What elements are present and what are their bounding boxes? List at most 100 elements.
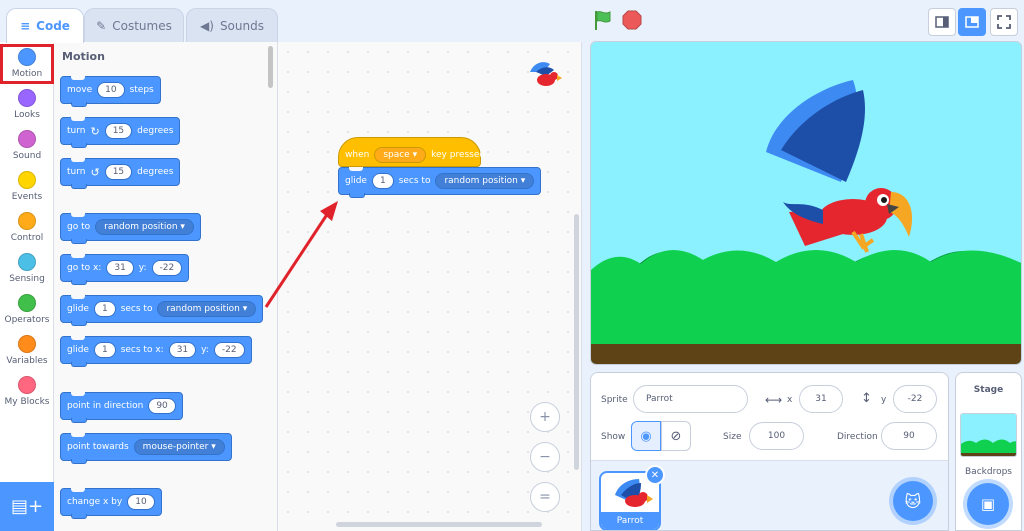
y-position-input[interactable]: -22 (893, 385, 937, 413)
rotate-clockwise-icon: ↻ (90, 124, 100, 138)
block-text: move (67, 85, 93, 95)
palette-scrollbar[interactable] (268, 46, 273, 88)
zoom-out-button[interactable]: − (530, 442, 560, 472)
choose-backdrop-button[interactable]: ▣ (967, 483, 1009, 525)
tab-sounds[interactable]: ◀) Sounds (186, 8, 278, 42)
sprite-name-input[interactable]: Parrot (633, 385, 748, 413)
category-variables[interactable]: Variables (0, 331, 54, 371)
block-point-in-direction[interactable]: point in direction 90 (60, 392, 183, 423)
block-move-steps[interactable]: move 10 steps (60, 76, 161, 107)
block-text: secs to (398, 176, 431, 186)
block-text: secs to (120, 304, 153, 314)
x-position-input[interactable]: 31 (799, 385, 843, 413)
stage-scene (591, 42, 1021, 364)
category-control[interactable]: Control (0, 208, 54, 248)
category-label: Sound (12, 151, 42, 161)
stage-selector[interactable]: Stage Backdrops ▣ (955, 372, 1022, 531)
change-x-input[interactable]: 10 (127, 494, 155, 510)
block-turn-right[interactable]: turn ↻ 15 degrees (60, 117, 181, 148)
y-input[interactable]: -22 (151, 260, 183, 276)
block-glide-to[interactable]: glide 1 secs to random position (60, 295, 264, 326)
direction-label: Direction (837, 432, 878, 442)
category-label: Control (10, 233, 44, 243)
category-sound[interactable]: Sound (0, 126, 54, 166)
block-glide-to-xy[interactable]: glide 1 secs to x: 31 y: -22 (60, 336, 252, 367)
tab-code-label: Code (36, 19, 70, 33)
target-dropdown[interactable]: random position (435, 173, 535, 189)
x-input[interactable]: 31 (168, 342, 197, 358)
image-plus-icon: ▣ (980, 495, 996, 513)
trash-icon: ✕ (650, 469, 660, 481)
delete-sprite-button[interactable]: ✕ (645, 465, 665, 485)
script-vertical-scrollbar[interactable] (574, 214, 579, 470)
fullscreen-icon (997, 15, 1011, 29)
small-stage-button[interactable] (928, 8, 956, 36)
key-dropdown[interactable]: space (374, 147, 427, 163)
show-sprite-button[interactable]: ◉ (631, 421, 661, 451)
when-key-pressed-block[interactable]: when space key pressed (338, 137, 485, 167)
add-extension-button[interactable]: ▤+ (0, 482, 54, 531)
stage-thumbnail[interactable] (960, 413, 1017, 457)
script-horizontal-scrollbar[interactable] (336, 522, 542, 527)
block-text: glide (67, 345, 89, 355)
small-stage-icon (935, 16, 949, 28)
backdrops-label: Backdrops (965, 467, 1012, 477)
direction-input[interactable]: 90 (881, 422, 937, 450)
target-dropdown[interactable]: random position (157, 301, 257, 317)
fullscreen-button[interactable] (990, 8, 1018, 36)
size-input[interactable]: 100 (749, 422, 804, 450)
green-flag-icon[interactable] (592, 9, 614, 31)
x-label: x (787, 395, 793, 405)
choose-sprite-button[interactable]: 🐱 (893, 481, 933, 521)
sprite-label: Sprite (601, 395, 628, 405)
category-label: Variables (6, 356, 48, 366)
block-go-to-xy[interactable]: go to x: 31 y: -22 (60, 254, 190, 285)
large-stage-button[interactable] (958, 8, 986, 36)
block-text: go to (67, 222, 91, 232)
secs-input[interactable]: 1 (93, 342, 116, 358)
sensing-dot-icon (18, 253, 36, 271)
category-looks[interactable]: Looks (0, 85, 54, 125)
secs-input[interactable]: 1 (371, 173, 394, 189)
category-my-blocks[interactable]: My Blocks (0, 372, 54, 412)
block-point-towards[interactable]: point towards mouse-pointer (60, 433, 232, 464)
towards-dropdown[interactable]: mouse-pointer (133, 439, 225, 455)
stage-canvas[interactable] (590, 41, 1022, 365)
hide-sprite-button[interactable]: ⊘ (661, 421, 691, 451)
zoom-in-button[interactable]: + (530, 402, 560, 432)
code-icon: ≡ (20, 19, 31, 33)
category-sensing[interactable]: Sensing (0, 249, 54, 289)
category-events[interactable]: Events (0, 167, 54, 207)
stop-icon[interactable] (622, 10, 642, 30)
block-text: go to x: (67, 263, 102, 273)
block-text: glide (345, 176, 367, 186)
sprite-tile-label: Parrot (601, 512, 659, 529)
x-input[interactable]: 31 (106, 260, 134, 276)
zoom-in-icon: + (539, 409, 551, 425)
events-dot-icon (18, 171, 36, 189)
direction-input[interactable]: 90 (148, 398, 176, 414)
script-glide-block[interactable]: glide 1 secs to random position (338, 167, 542, 198)
category-motion[interactable]: Motion (0, 44, 54, 84)
block-change-x[interactable]: change x by 10 (60, 488, 162, 519)
block-text: steps (129, 85, 154, 95)
block-turn-left[interactable]: turn ↺ 15 degrees (60, 158, 181, 189)
tab-code[interactable]: ≡ Code (6, 8, 84, 43)
tab-costumes-label: Costumes (112, 18, 172, 33)
y-arrows-icon: ↕ (861, 391, 872, 406)
degrees-input[interactable]: 15 (104, 123, 133, 139)
sprite-info: Sprite Parrot ⟷ x 31 ↕ y -22 Show ◉ ⊘ Si… (591, 373, 948, 461)
steps-input[interactable]: 10 (97, 82, 125, 98)
block-text: point in direction (67, 401, 144, 411)
category-label: Operators (4, 315, 50, 325)
secs-input[interactable]: 1 (93, 301, 116, 317)
block-go-to[interactable]: go to random position (60, 213, 201, 244)
y-input[interactable]: -22 (213, 342, 245, 358)
tab-costumes[interactable]: ✎ Costumes (84, 8, 184, 42)
category-menu: Motion Looks Sound Events Control Sensin… (0, 42, 54, 482)
target-dropdown[interactable]: random position (95, 219, 194, 235)
degrees-input[interactable]: 15 (104, 164, 133, 180)
category-operators[interactable]: Operators (0, 290, 54, 330)
annotation-arrow-icon (264, 201, 338, 308)
zoom-reset-button[interactable]: = (530, 482, 560, 512)
